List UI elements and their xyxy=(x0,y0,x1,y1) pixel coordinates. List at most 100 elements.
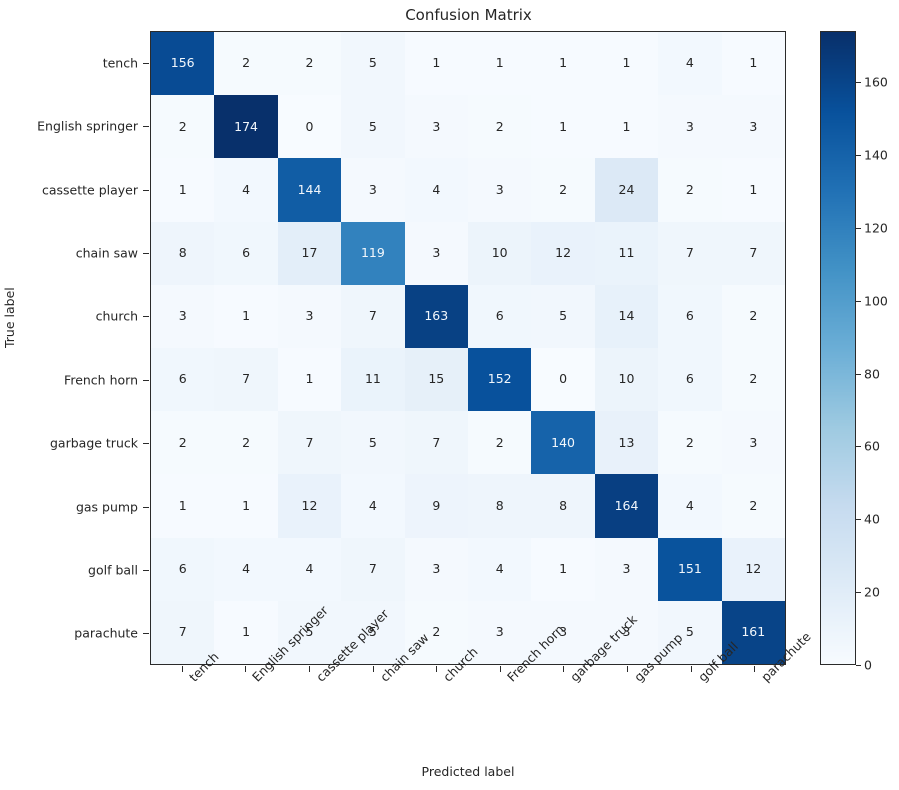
heatmap-cell-value: 1 xyxy=(432,55,441,71)
heatmap-cell-value: 13 xyxy=(618,434,635,450)
heatmap-cell: 6 xyxy=(214,221,278,285)
heatmap-cell-value: 3 xyxy=(432,118,441,134)
heatmap-cell: 4 xyxy=(468,537,532,601)
y-axis-tick-mark xyxy=(143,506,149,508)
heatmap-cell-value: 2 xyxy=(305,55,314,71)
heatmap-cell-value: 24 xyxy=(618,181,635,197)
heatmap-cell: 11 xyxy=(594,221,659,285)
heatmap-cell-value: 7 xyxy=(305,434,314,450)
heatmap-cell-value: 12 xyxy=(555,244,572,260)
y-axis-tick-label: French horn xyxy=(64,372,138,388)
colorbar-tick-label: 0 xyxy=(864,657,872,673)
heatmap-cell: 8 xyxy=(531,474,595,538)
heatmap-cell: 12 xyxy=(721,537,785,601)
colorbar-tick-label: 120 xyxy=(864,220,888,236)
heatmap-cell: 2 xyxy=(468,411,532,475)
heatmap-cell: 14 xyxy=(594,284,659,348)
y-axis-tick-label: golf ball xyxy=(88,562,138,578)
heatmap-cell-value: 3 xyxy=(432,244,441,260)
heatmap-cell: 15 xyxy=(404,348,468,412)
heatmap-cell: 1 xyxy=(151,474,215,538)
heatmap-cell-value: 9 xyxy=(432,497,441,513)
heatmap-cell: 3 xyxy=(468,158,532,222)
heatmap-cell: 1 xyxy=(594,95,659,159)
y-axis-tick-label: English springer xyxy=(37,118,138,134)
heatmap-cell: 7 xyxy=(277,411,342,475)
x-axis-tick-mark xyxy=(181,666,183,672)
x-axis-tick-mark xyxy=(563,666,565,672)
heatmap-cell: 2 xyxy=(151,95,215,159)
heatmap-cell-value: 164 xyxy=(614,497,639,513)
heatmap-cell: 3 xyxy=(404,537,468,601)
heatmap-cell-value: 7 xyxy=(749,244,758,260)
y-axis-tick-labels: tench English springer cassette player chai… xyxy=(0,31,149,665)
heatmap-cell: 2 xyxy=(658,411,722,475)
heatmap-cell: 6 xyxy=(658,284,722,348)
heatmap-cell: 6 xyxy=(658,348,722,412)
heatmap-cell-value: 7 xyxy=(178,624,187,640)
heatmap-cell: 1 xyxy=(721,32,785,96)
heatmap-cell-value: 6 xyxy=(685,308,694,324)
heatmap-cell-value: 1 xyxy=(242,497,251,513)
y-axis-tick-mark xyxy=(143,633,149,635)
heatmap-cell-value: 4 xyxy=(685,55,694,71)
heatmap-cell: 13 xyxy=(594,411,659,475)
colorbar-gradient xyxy=(821,32,855,664)
heatmap-cell-value: 4 xyxy=(432,181,441,197)
heatmap-cell: 7 xyxy=(341,537,405,601)
y-axis-tick-label: parachute xyxy=(74,625,138,641)
heatmap-cell: 12 xyxy=(277,474,342,538)
heatmap-cell: 7 xyxy=(658,221,722,285)
heatmap-cell: 8 xyxy=(468,474,532,538)
heatmap-cell-value: 15 xyxy=(428,371,445,387)
heatmap-cell-value: 119 xyxy=(360,244,385,260)
heatmap-cell: 3 xyxy=(404,95,468,159)
heatmap-cell-value: 144 xyxy=(297,181,322,197)
heatmap-cell: 1 xyxy=(594,32,659,96)
heatmap-cell: 7 xyxy=(721,221,785,285)
heatmap-cell: 2 xyxy=(214,411,278,475)
colorbar-tick-labels: 0 20 40 60 80 100 120 140 160 xyxy=(856,31,898,673)
heatmap-cell-value: 1 xyxy=(622,118,631,134)
y-axis-tick-label: chain saw xyxy=(75,245,138,261)
heatmap-cell: 1 xyxy=(721,158,785,222)
heatmap-cell: 6 xyxy=(468,284,532,348)
heatmap-cell-value: 11 xyxy=(364,371,381,387)
y-axis-tick-mark xyxy=(143,569,149,571)
heatmap-cell-value: 2 xyxy=(178,434,187,450)
heatmap-cell-value: 1 xyxy=(242,308,251,324)
heatmap-cell: 0 xyxy=(277,95,342,159)
heatmap-cell: 2 xyxy=(468,95,532,159)
heatmap-cell: 10 xyxy=(468,221,532,285)
heatmap-cell-value: 151 xyxy=(677,560,702,576)
colorbar-tick-label: 160 xyxy=(864,74,888,90)
heatmap-cell: 4 xyxy=(658,474,722,538)
heatmap-cell-value: 2 xyxy=(749,371,758,387)
heatmap-cell: 164 xyxy=(594,474,659,538)
heatmap-cell: 4 xyxy=(404,158,468,222)
x-axis-tick-mark xyxy=(436,666,438,672)
heatmap-cell: 163 xyxy=(404,284,468,348)
x-axis-tick-labels: tench English springer cassette player chai… xyxy=(150,603,814,764)
y-axis-tick-mark xyxy=(143,62,149,64)
heatmap-cell-value: 6 xyxy=(178,560,187,576)
heatmap-cell: 3 xyxy=(404,221,468,285)
heatmap-cell: 3 xyxy=(721,95,785,159)
heatmap-cell-value: 4 xyxy=(368,497,377,513)
x-axis-tick-mark xyxy=(309,666,310,672)
heatmap-plot-area: 156 2 2 5 1 1 1 1 4 1 2 174 0 5 3 2 1 1 3 3 1 4 144 3 4 3 2 24 2 1 8 6 1… xyxy=(150,31,786,665)
heatmap-cell: 3 xyxy=(341,158,405,222)
x-axis-tick-mark xyxy=(499,666,501,672)
heatmap-cell-value: 161 xyxy=(741,624,766,640)
heatmap-cell-value: 6 xyxy=(495,308,504,324)
y-axis-tick-mark xyxy=(143,443,149,445)
heatmap-cell: 1 xyxy=(531,537,595,601)
colorbar-tick-mark xyxy=(856,519,861,521)
heatmap-cell-value: 0 xyxy=(305,118,314,134)
heatmap-cell-value: 3 xyxy=(495,181,504,197)
heatmap-cell-value: 4 xyxy=(495,560,504,576)
x-axis-tick-mark xyxy=(372,666,374,672)
heatmap-cell: 152 xyxy=(468,348,532,412)
heatmap-cell-value: 11 xyxy=(618,244,635,260)
heatmap-cell-value: 7 xyxy=(368,308,377,324)
